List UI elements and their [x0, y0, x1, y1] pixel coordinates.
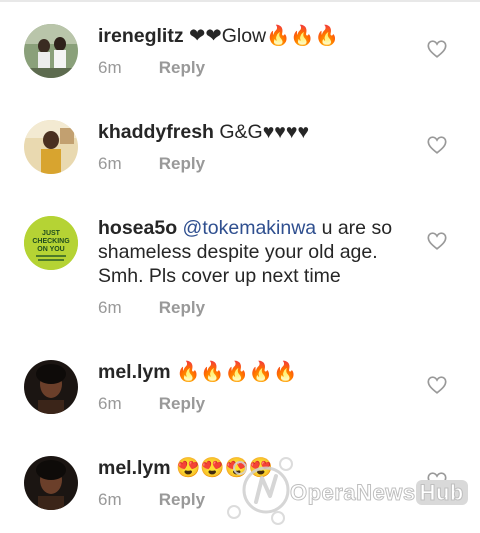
watermark-brand: OperaNews	[290, 480, 416, 506]
top-divider	[0, 0, 480, 2]
like-heart-icon[interactable]	[426, 134, 448, 156]
comment-time: 6m	[98, 298, 122, 317]
comment-time: 6m	[98, 394, 122, 413]
avatar[interactable]	[24, 120, 78, 174]
comment-time: 6m	[98, 490, 122, 509]
comment-username[interactable]: khaddyfresh	[98, 121, 214, 143]
comment-meta: 6m Reply	[98, 394, 205, 414]
comment-text: G&G♥♥♥♥	[219, 121, 310, 143]
mention-link[interactable]: @tokemakinwa	[183, 217, 317, 239]
comment-username[interactable]: mel.lym	[98, 361, 171, 383]
comment-username[interactable]: hosea5o	[98, 217, 177, 239]
avatar[interactable]: JUST CHECKING ON YOU	[24, 216, 78, 270]
comment-time: 6m	[98, 154, 122, 173]
comment-text: 🔥🔥🔥🔥🔥	[176, 361, 298, 383]
comment-username[interactable]: ireneglitz	[98, 25, 184, 47]
comment-body: khaddyfresh G&G♥♥♥♥	[98, 120, 408, 144]
reply-button[interactable]: Reply	[159, 298, 205, 317]
watermark-suffix: Hub	[415, 480, 468, 506]
avatar-text: JUST	[42, 230, 61, 237]
comment-meta: 6m Reply	[98, 154, 205, 174]
comment-text: ❤❤Glow🔥🔥🔥	[189, 25, 339, 47]
comment-body: mel.lym 🔥🔥🔥🔥🔥	[98, 360, 408, 384]
reply-button[interactable]: Reply	[159, 394, 205, 413]
avatar-text: CHECKING	[32, 238, 70, 245]
like-heart-icon[interactable]	[426, 38, 448, 60]
reply-button[interactable]: Reply	[159, 58, 205, 77]
comment-meta: 6m Reply	[98, 58, 205, 78]
avatar[interactable]	[24, 24, 78, 78]
watermark-text: OperaNews Hub	[290, 480, 468, 506]
avatar[interactable]	[24, 456, 78, 510]
comment-body: hosea5o @tokemakinwa u are so shameless …	[98, 216, 408, 288]
reply-button[interactable]: Reply	[159, 490, 205, 509]
avatar-text: ON YOU	[37, 246, 65, 253]
avatar[interactable]	[24, 360, 78, 414]
reply-button[interactable]: Reply	[159, 154, 205, 173]
comment-meta: 6m Reply	[98, 298, 205, 318]
like-heart-icon[interactable]	[426, 230, 448, 252]
comment-body: ireneglitz ❤❤Glow🔥🔥🔥	[98, 24, 408, 48]
like-heart-icon[interactable]	[426, 374, 448, 396]
comment-username[interactable]: mel.lym	[98, 457, 171, 479]
comment-meta: 6m Reply	[98, 490, 205, 510]
comment-time: 6m	[98, 58, 122, 77]
